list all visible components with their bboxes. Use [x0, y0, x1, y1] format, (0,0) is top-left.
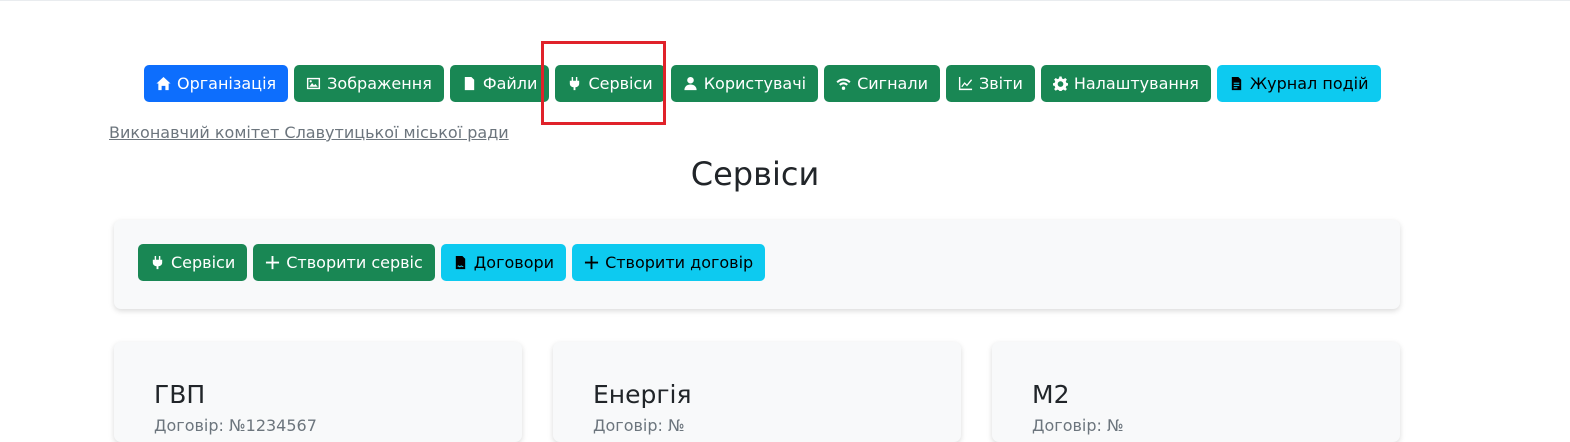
nav-label: Журнал подій	[1249, 74, 1369, 93]
nav-label: Файли	[482, 74, 538, 93]
nav-label: Звіти	[978, 74, 1023, 93]
service-contract: Договір: №	[593, 416, 685, 435]
user-icon	[684, 76, 697, 91]
nav-files-button[interactable]: Файли	[449, 65, 550, 102]
active-nav-highlight	[541, 41, 666, 125]
nav-signals-button[interactable]: Сигнали	[824, 65, 940, 102]
nav-reports-button[interactable]: Звіти	[945, 65, 1035, 102]
gear-icon	[1052, 76, 1068, 91]
contracts-button[interactable]: Договори	[440, 244, 567, 281]
service-contract: Договір: №1234567	[154, 416, 317, 435]
nav-settings-button[interactable]: Налаштування	[1040, 65, 1211, 102]
nav-label: Організація	[177, 74, 277, 93]
services-toolbar-card: Сервіси Створити сервіс Договори Створит…	[114, 220, 1400, 309]
services-toolbar: Сервіси Створити сервіс Договори Створит…	[138, 244, 766, 281]
create-contract-button[interactable]: Створити договір	[572, 244, 766, 281]
top-border	[0, 0, 1570, 1]
create-service-button[interactable]: Створити сервіс	[253, 244, 435, 281]
nav-event-log-button[interactable]: Журнал подій	[1216, 65, 1381, 102]
services-list-button[interactable]: Сервіси	[138, 244, 248, 281]
toolbar-label: Сервіси	[171, 253, 236, 272]
service-contract: Договір: №	[1032, 416, 1124, 435]
nav-users-button[interactable]: Користувачі	[670, 65, 819, 102]
organization-link[interactable]: Виконавчий комітет Славутицької міської …	[109, 123, 509, 142]
chart-line-icon	[958, 76, 973, 91]
wifi-icon	[836, 78, 851, 90]
toolbar-label: Створити договір	[605, 253, 754, 272]
file-text-icon	[1231, 76, 1242, 91]
service-name: М2	[1032, 380, 1070, 409]
service-name: Енергія	[593, 380, 692, 409]
nav-label: Користувачі	[703, 74, 807, 93]
service-card[interactable]: ГВП Договір: №1234567	[114, 342, 522, 442]
service-card[interactable]: Енергія Договір: №	[553, 342, 961, 442]
home-icon	[156, 76, 171, 91]
plus-icon	[266, 255, 280, 270]
file-contract-icon	[455, 255, 465, 270]
service-card[interactable]: М2 Договір: №	[992, 342, 1400, 442]
toolbar-label: Договори	[473, 253, 555, 272]
page-title: Сервіси	[690, 155, 820, 193]
main-nav: Організація Зображення Файли Сервіси Кор…	[144, 65, 1381, 102]
nav-label: Зображення	[327, 74, 432, 93]
nav-images-button[interactable]: Зображення	[294, 65, 444, 102]
nav-label: Налаштування	[1073, 74, 1199, 93]
nav-organization-button[interactable]: Організація	[144, 65, 289, 102]
nav-label: Сигнали	[857, 74, 928, 93]
plug-icon	[152, 255, 163, 270]
toolbar-label: Створити сервіс	[286, 253, 423, 272]
plus-icon	[585, 255, 599, 270]
file-icon	[464, 76, 475, 91]
image-icon	[307, 77, 321, 90]
service-name: ГВП	[154, 380, 206, 409]
